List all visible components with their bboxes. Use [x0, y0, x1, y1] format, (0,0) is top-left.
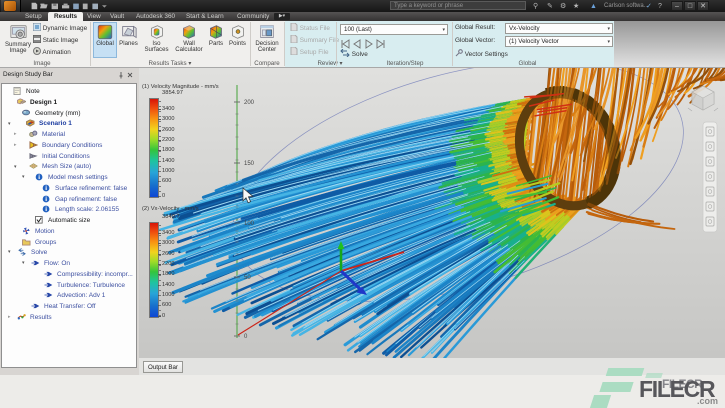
svg-text:100: 100: [244, 221, 255, 227]
svg-text:0: 0: [244, 334, 248, 340]
svg-text:50: 50: [244, 275, 251, 281]
svg-text:150: 150: [244, 161, 255, 167]
svg-text:200: 200: [244, 100, 255, 106]
